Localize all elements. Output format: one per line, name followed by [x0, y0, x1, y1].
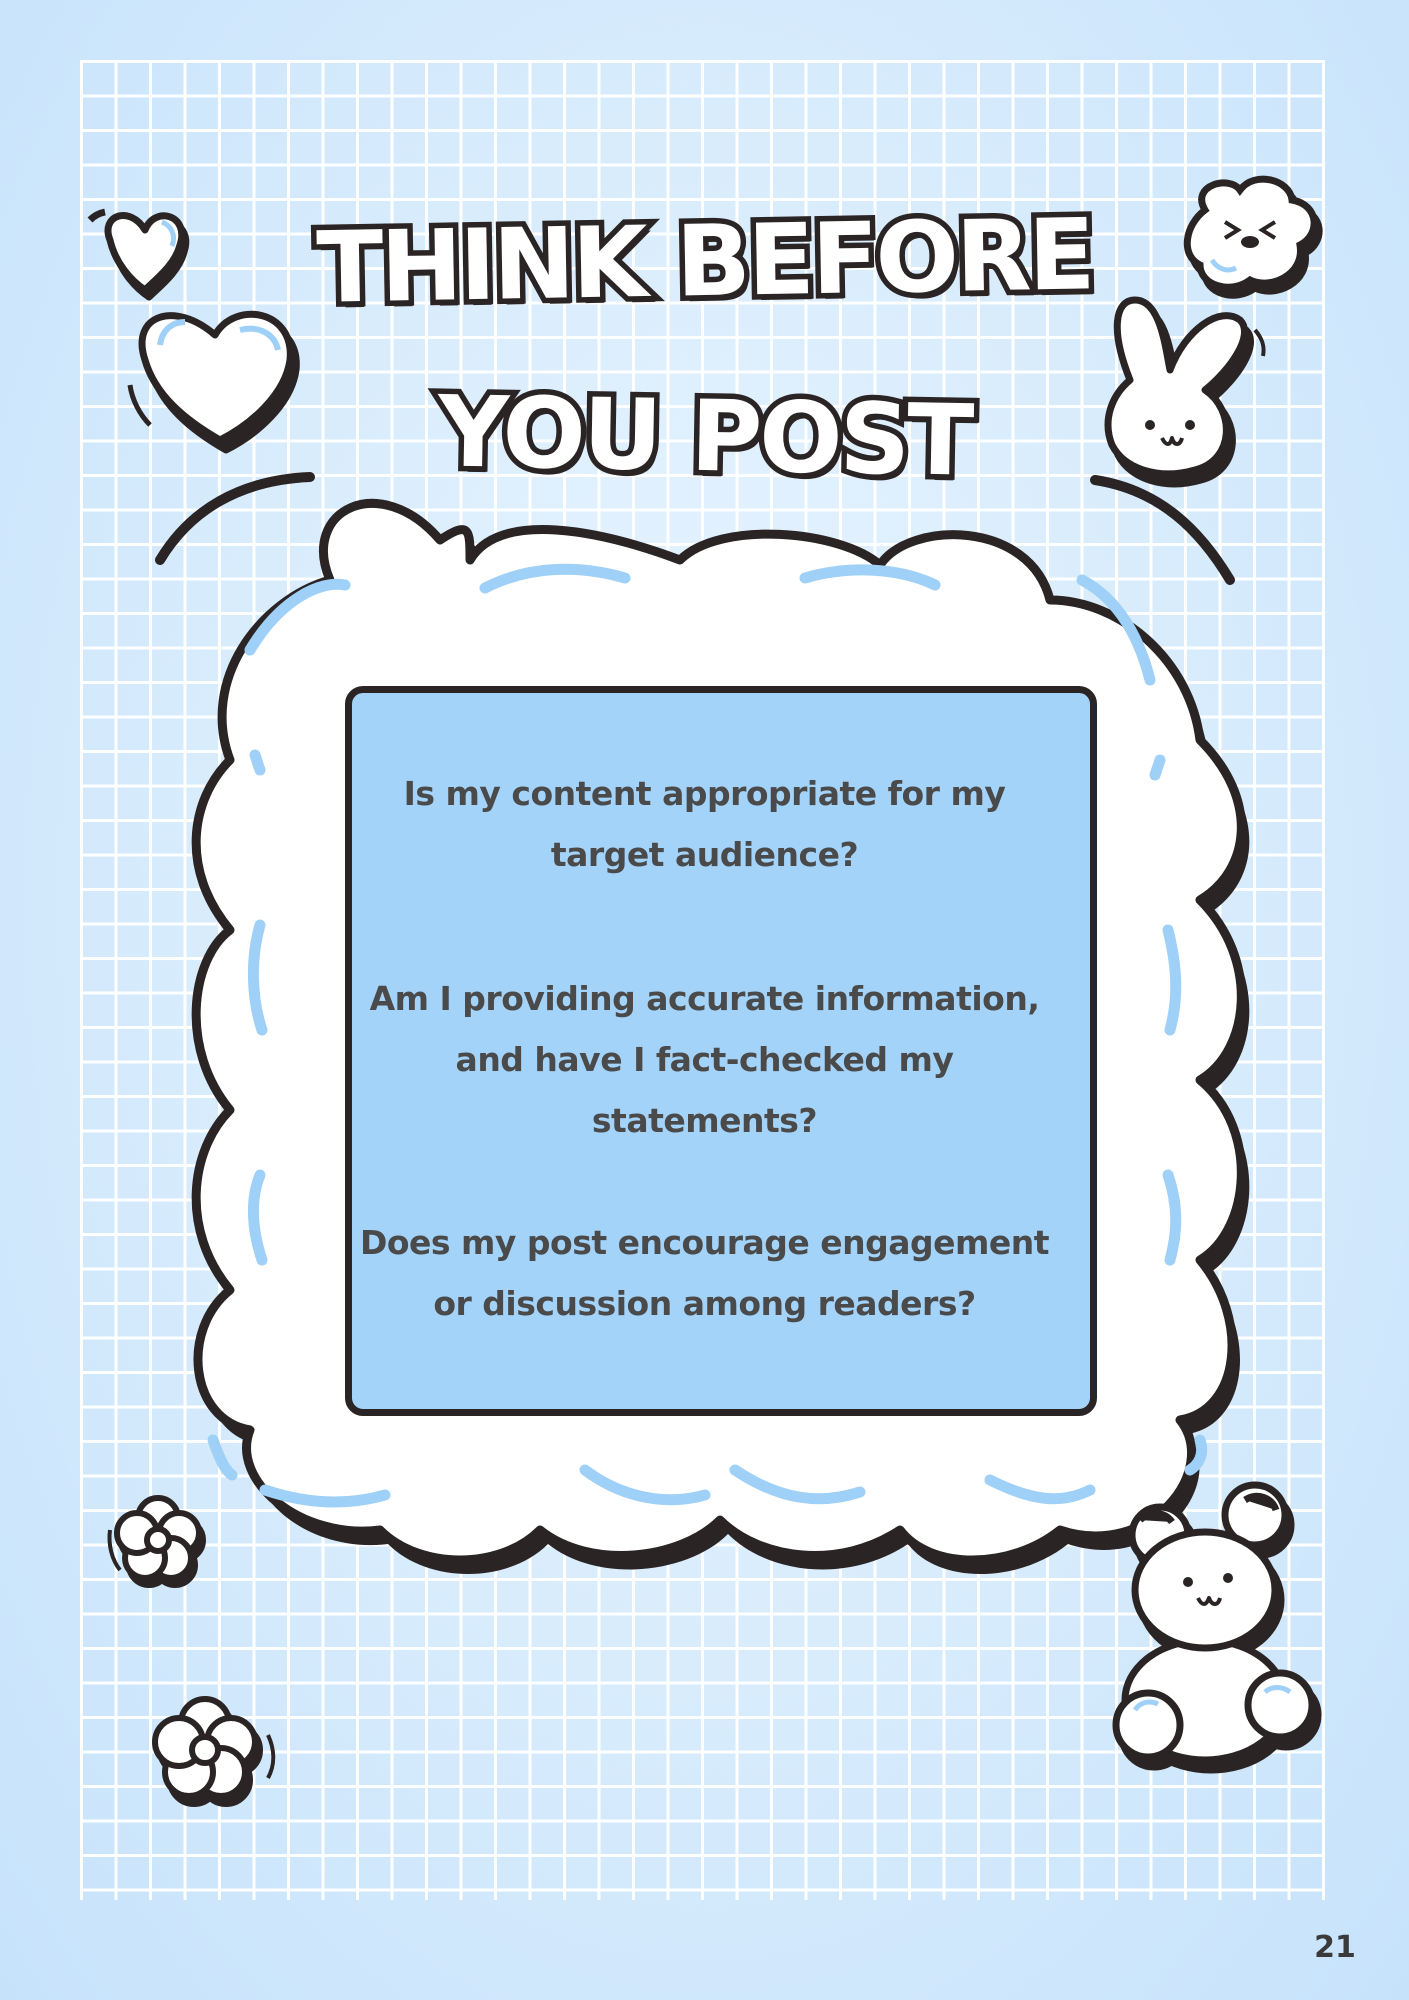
question-2: Am I providing accurate information, and… [0, 968, 1409, 1151]
question-2-line-1: Am I providing accurate information, [369, 979, 1040, 1018]
question-2-line-2: and have I fact-checked my [455, 1040, 954, 1079]
question-1-line-2: target audience? [550, 835, 859, 874]
question-3-line-1: Does my post encourage engagement [359, 1223, 1050, 1262]
question-1: Is my content appropriate for my target … [0, 763, 1409, 885]
page-number: 21 [1314, 1930, 1356, 1965]
question-2-line-3: statements? [591, 1101, 818, 1140]
question-3-line-2: or discussion among readers? [433, 1284, 976, 1323]
teddy-bear-icon [1112, 1481, 1322, 1774]
question-3: Does my post encourage engagement or dis… [0, 1212, 1409, 1334]
question-1-line-1: Is my content appropriate for my [403, 774, 1006, 813]
flower-icon [107, 1495, 276, 1807]
